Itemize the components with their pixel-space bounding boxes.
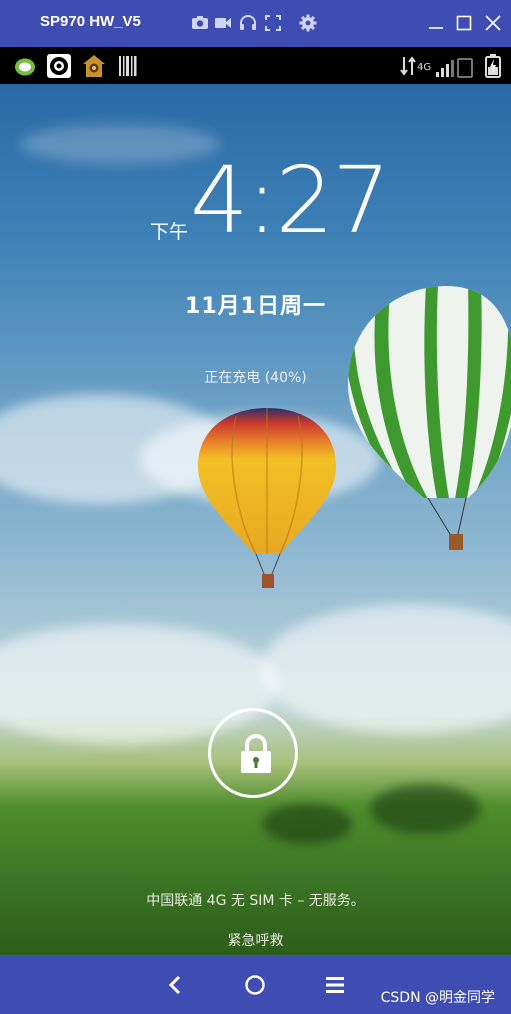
unlock-button[interactable] <box>208 708 298 798</box>
close-icon[interactable] <box>482 12 504 34</box>
clock-ampm: 下午 <box>150 221 189 243</box>
emulator-title-bar: SP970 HW_V5 <box>0 0 511 47</box>
fullscreen-icon[interactable] <box>263 13 283 33</box>
menu-icon[interactable] <box>322 972 348 998</box>
back-icon[interactable] <box>163 972 189 998</box>
balloon-shadow <box>262 804 352 844</box>
lock-screen[interactable]: 下午 4:27 11月1日周一 正在充电 (40%) 中国联通 4G 无 SIM… <box>0 84 511 955</box>
navigation-bar: CSDN @明金同学 <box>0 955 511 1014</box>
home-icon[interactable] <box>242 972 268 998</box>
minimize-icon[interactable] <box>425 12 447 34</box>
settings-icon[interactable] <box>298 13 318 33</box>
date-label: 11月1日周一 <box>185 294 326 319</box>
cloud <box>260 604 511 734</box>
app-icon <box>83 55 105 77</box>
lock-icon <box>241 734 271 773</box>
balloon-shadow <box>370 784 480 834</box>
clock-time: 4:27 <box>190 147 391 254</box>
wechat-icon <box>15 58 35 76</box>
signal-icon <box>436 58 473 78</box>
video-icon[interactable] <box>213 13 233 33</box>
green-balloon-image <box>348 286 511 550</box>
status-bar: 4G <box>0 47 511 84</box>
data-transfer-icon <box>400 56 416 76</box>
battery-icon <box>485 54 501 78</box>
yellow-balloon-image <box>198 408 336 588</box>
charging-status: 正在充电 (40%) <box>204 370 307 386</box>
barcode-icon <box>119 56 137 76</box>
network-label: 4G <box>417 62 432 73</box>
window-title: SP970 HW_V5 <box>40 13 141 30</box>
record-icon <box>47 54 71 78</box>
headset-icon[interactable] <box>238 13 258 33</box>
carrier-status: 中国联通 4G 无 SIM 卡 – 无服务。 <box>146 893 365 909</box>
camera-icon[interactable] <box>190 13 210 33</box>
watermark: CSDN @明金同学 <box>380 990 495 1006</box>
emergency-call-button[interactable]: 紧急呼救 <box>0 930 511 950</box>
maximize-icon[interactable] <box>453 12 475 34</box>
